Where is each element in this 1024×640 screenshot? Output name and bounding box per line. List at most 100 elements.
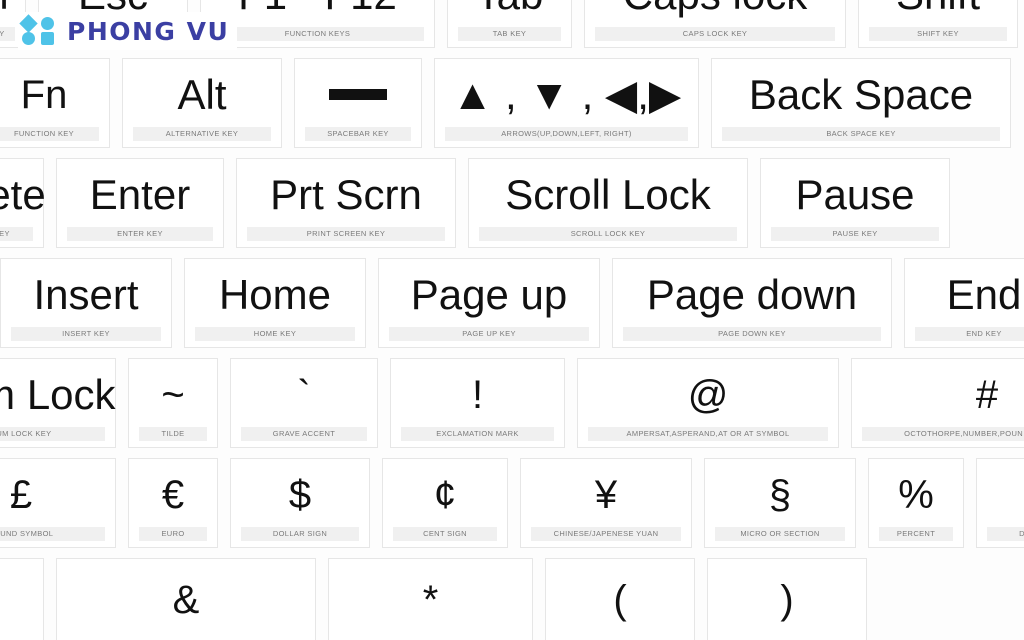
key-card[interactable]: ) xyxy=(707,558,867,640)
key-card[interactable]: Page up PAGE UP KEY xyxy=(378,258,600,348)
keyboard-symbol-reference-page: CtrlCONTROL KEYEscESCAPE KEYF1 - F12FUNC… xyxy=(0,0,1024,640)
key-card[interactable]: @ AMPERSAT,ASPERAND,AT OR AT SYMBOL xyxy=(577,358,839,448)
key-card[interactable]: ¢ CENT SIGN xyxy=(382,458,508,548)
key-card-glyph: ! xyxy=(471,372,484,417)
logo-circle-top-shape xyxy=(41,17,54,30)
key-card-caption: HOME KEY xyxy=(195,326,355,341)
brand-name: PHONG VU xyxy=(67,16,230,46)
key-card-glyph: £ xyxy=(9,472,33,517)
key-card[interactable]: Num Lock NUM LOCK KEY xyxy=(0,358,116,448)
key-card[interactable]: * xyxy=(328,558,533,640)
key-card[interactable]: § MICRO OR SECTION xyxy=(704,458,856,548)
logo-diamond-shape xyxy=(19,14,38,33)
key-card[interactable]: $ DOLLAR SIGN xyxy=(230,458,370,548)
key-card-caption: PERCENT xyxy=(879,526,953,541)
key-card[interactable]: Scroll Lock SCROLL LOCK KEY xyxy=(468,158,748,248)
brand-logo[interactable]: PHONG VU xyxy=(18,12,238,50)
key-card-row: DelDELETE KEYFnFUNCTION KEYAltALTERNATIV… xyxy=(0,58,1024,148)
key-card-caption: END KEY xyxy=(915,326,1024,341)
key-card-glyph: Fn xyxy=(20,72,68,117)
key-card[interactable]: Page down PAGE DOWN KEY xyxy=(612,258,892,348)
key-card-caption: PAGE UP KEY xyxy=(389,326,589,341)
key-card-glyph: ¢ xyxy=(433,472,457,517)
key-card[interactable]: ~ TILDE xyxy=(128,358,218,448)
key-card-glyph: Scroll Lock xyxy=(505,170,711,218)
key-card-caption: DELETE KEY xyxy=(0,226,33,241)
key-card[interactable]: ShiftSHIFT KEY xyxy=(858,0,1018,48)
key-card[interactable]: ¥ CHINESE/JAPENESE YUAN xyxy=(520,458,692,548)
key-card-caption: ARROWS(UP,DOWN,LEFT, RIGHT) xyxy=(445,126,688,141)
key-card-caption: FUNCTION KEY xyxy=(0,126,99,141)
key-card-caption: GRAVE ACCENT xyxy=(241,426,367,441)
key-card-glyph: ~ xyxy=(161,372,185,417)
key-card-caption: PAGE DOWN KEY xyxy=(623,326,881,341)
key-card-row: & * () xyxy=(0,558,1024,640)
key-card-glyph: Insert xyxy=(33,270,139,318)
key-card-grid: CtrlCONTROL KEYEscESCAPE KEYF1 - F12FUNC… xyxy=(0,0,1024,640)
key-card-glyph xyxy=(0,563,33,637)
key-card[interactable]: % PERCENT xyxy=(868,458,964,548)
key-card[interactable]: TabTAB KEY xyxy=(447,0,572,48)
key-card[interactable]: Caps lockCAPS LOCK KEY xyxy=(584,0,846,48)
key-card[interactable] xyxy=(0,558,44,640)
key-card-glyph: # xyxy=(975,372,999,417)
key-card[interactable]: ` GRAVE ACCENT xyxy=(230,358,378,448)
key-card[interactable]: ▲ , ▼ , ◀,▶ ARROWS(UP,DOWN,LEFT, RIGHT) xyxy=(434,58,699,148)
key-card[interactable]: End END KEY xyxy=(904,258,1024,348)
key-card-caption: PRINT SCREEN KEY xyxy=(247,226,445,241)
key-card[interactable]: SPACEBAR KEY xyxy=(294,58,422,148)
key-card-glyph: § xyxy=(768,472,792,517)
key-card-caption: CONTROL KEY xyxy=(0,26,15,41)
key-card-glyph: End xyxy=(946,270,1022,318)
key-card[interactable]: € EURO xyxy=(128,458,218,548)
key-card-glyph: & xyxy=(172,578,200,622)
key-card-caption: TILDE xyxy=(139,426,207,441)
key-card-caption: EURO xyxy=(139,526,207,541)
key-card-glyph: $ xyxy=(288,472,312,517)
key-card-caption: CAPS LOCK KEY xyxy=(595,26,835,41)
key-card[interactable]: °DEGREE xyxy=(976,458,1024,548)
key-card[interactable]: £ POUND SYMBOL xyxy=(0,458,116,548)
key-card-caption: FUNCTION KEYS xyxy=(211,26,424,41)
key-card[interactable]: Enter ENTER KEY xyxy=(56,158,224,248)
key-card-glyph: Ctrl xyxy=(0,0,15,27)
key-card-glyph: F1 - F12 xyxy=(211,0,424,27)
spacebar-bar-icon xyxy=(305,63,411,127)
key-card-caption: NUM LOCK KEY xyxy=(0,426,105,441)
key-card[interactable]: Back Space BACK SPACE KEY xyxy=(711,58,1011,148)
key-card-caption: INSERT KEY xyxy=(11,326,161,341)
key-card-glyph: ` xyxy=(297,372,311,417)
key-card-glyph: Enter xyxy=(89,170,191,218)
key-card-row: Delete DELETE KEY Enter ENTER KEY Prt Scrn PR… xyxy=(0,158,1024,248)
key-card-glyph: % xyxy=(898,472,934,517)
key-card-caption: PAUSE KEY xyxy=(771,226,939,241)
key-card-row: Num LockNUM LOCK KEYInsertINSERT KEYHome… xyxy=(0,258,1024,348)
key-card[interactable]: Delete DELETE KEY xyxy=(0,158,46,248)
logo-circle-bottom-shape xyxy=(22,32,35,45)
key-card-caption: ALTERNATIVE KEY xyxy=(133,126,271,141)
key-card-glyph: Home xyxy=(218,270,332,318)
key-card[interactable]: Home HOME KEY xyxy=(184,258,366,348)
key-card[interactable]: # OCTOTHORPE,NUMBER,POUN OR HASH S xyxy=(851,358,1024,448)
key-card-glyph: Shift xyxy=(869,0,1007,27)
key-card[interactable]: Prt Scrn PRINT SCREEN KEY xyxy=(236,158,456,248)
key-card[interactable]: Fn FUNCTION KEY xyxy=(0,58,110,148)
key-card-caption: SCROLL LOCK KEY xyxy=(479,226,737,241)
logo-square-shape xyxy=(41,32,54,45)
key-card-caption: POUND SYMBOL xyxy=(0,526,105,541)
key-card-caption: SPACEBAR KEY xyxy=(305,126,411,141)
key-card[interactable]: Pause PAUSE KEY xyxy=(760,158,950,248)
key-card[interactable]: Alt ALTERNATIVE KEY xyxy=(122,58,282,148)
key-card-glyph: @ xyxy=(687,372,729,417)
key-card[interactable]: & xyxy=(56,558,316,640)
key-card-caption: BACK SPACE KEY xyxy=(722,126,1000,141)
key-card-glyph: ) xyxy=(780,578,794,622)
key-card-caption: CHINESE/JAPENESE YUAN xyxy=(531,526,681,541)
key-card[interactable]: ( xyxy=(545,558,695,640)
key-card-glyph: Pause xyxy=(795,170,915,218)
key-card[interactable]: Insert INSERT KEY xyxy=(0,258,172,348)
key-card-glyph: Page up xyxy=(410,270,568,318)
spacebar-bar-shape xyxy=(329,89,387,101)
key-card-caption: OCTOTHORPE,NUMBER,POUN OR HASH S xyxy=(862,426,1024,441)
key-card[interactable]: ! EXCLAMATION MARK xyxy=(390,358,565,448)
